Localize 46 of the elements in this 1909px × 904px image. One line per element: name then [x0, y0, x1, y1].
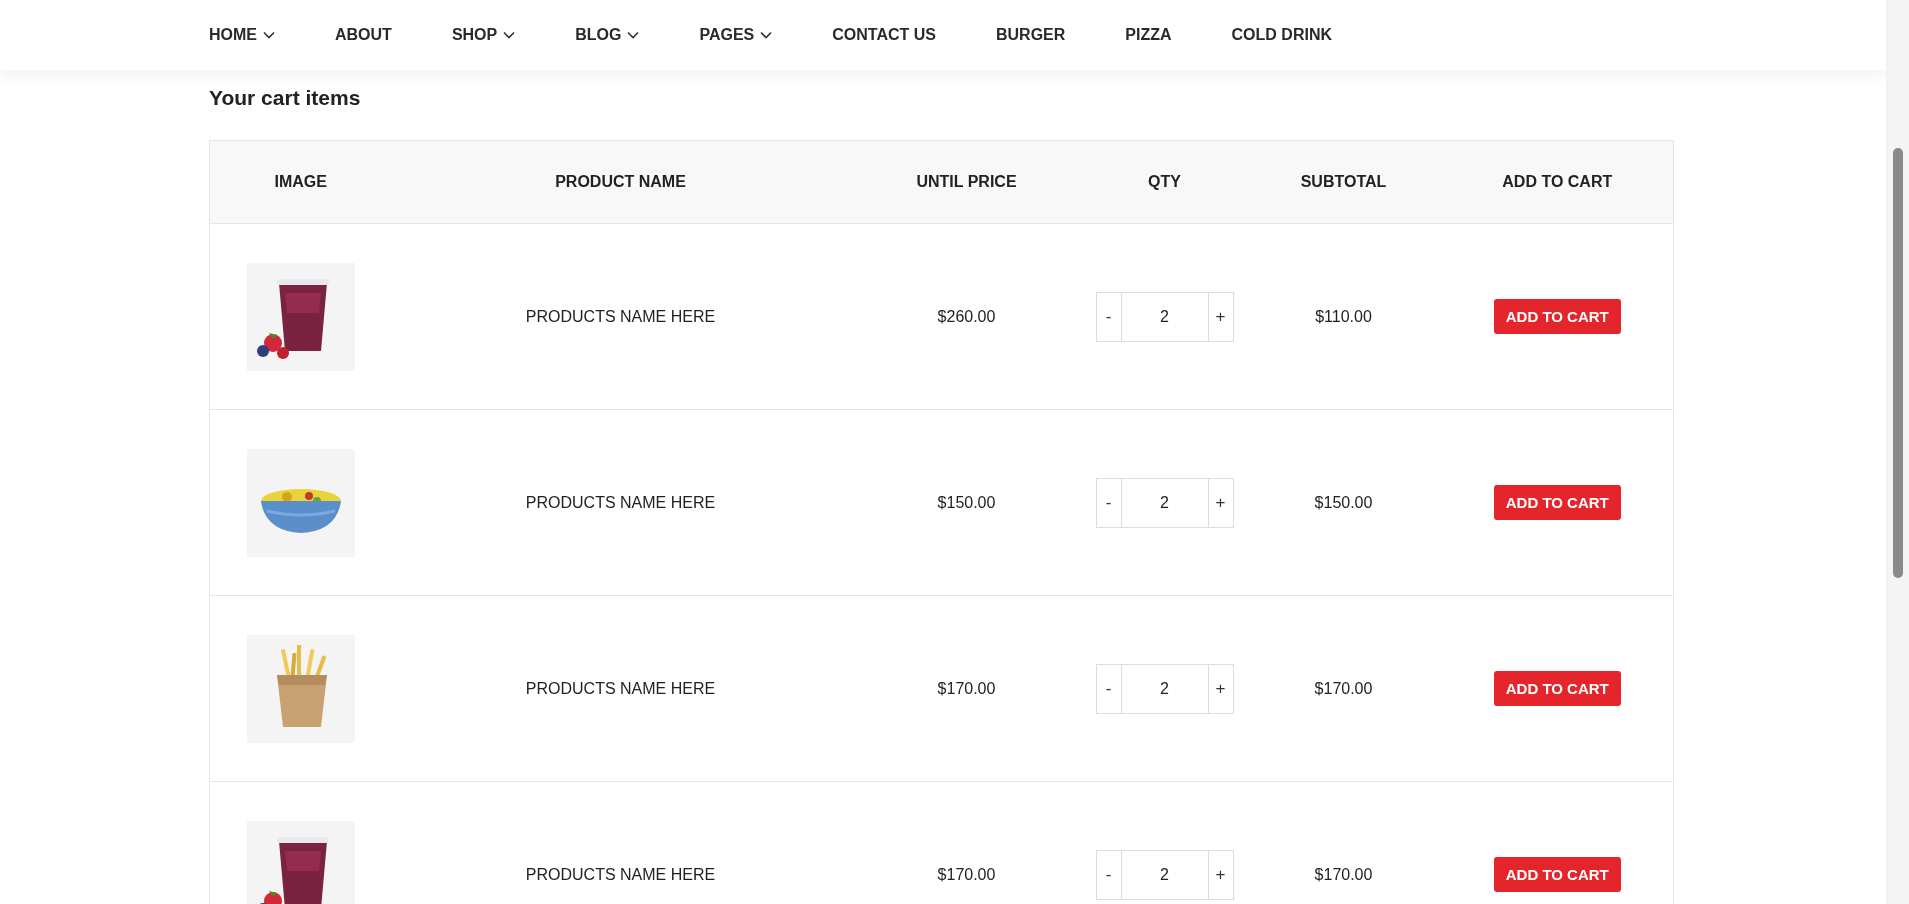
nav-link[interactable]: BURGER: [996, 22, 1066, 48]
subtotal: $170.00: [1314, 679, 1373, 698]
add-to-cart-button[interactable]: ADD TO CART: [1493, 485, 1621, 520]
scrollbar[interactable]: [1886, 0, 1909, 904]
quantity-field[interactable]: 2: [1120, 292, 1209, 341]
nav-link[interactable]: COLD DRINK: [1231, 22, 1332, 48]
page-title: Your cart items: [209, 86, 362, 110]
add-to-cart-button[interactable]: ADD TO CART: [1493, 671, 1621, 706]
nav-link[interactable]: PAGES: [699, 22, 773, 48]
nav-link[interactable]: ABOUT: [335, 22, 392, 48]
product-name: PRODUCTS NAME HERE: [525, 493, 716, 512]
quantity-field[interactable]: 2: [1120, 850, 1209, 899]
chevron-down-icon: [760, 31, 773, 39]
nav-link[interactable]: BLOG: [575, 22, 640, 48]
column-header: ADD TO CART: [1502, 173, 1613, 191]
quantity-stepper[interactable]: - 2 +: [1095, 477, 1234, 528]
column-header: PRODUCT NAME: [555, 173, 686, 191]
quantity-field[interactable]: 2: [1120, 478, 1209, 527]
chevron-down-icon: [263, 31, 275, 39]
scrollbar-thumb[interactable]: [1893, 148, 1903, 578]
add-to-cart-button[interactable]: ADD TO CART: [1493, 299, 1621, 334]
quantity-stepper[interactable]: - 2 +: [1095, 291, 1234, 342]
subtotal: $170.00: [1314, 865, 1373, 884]
nav-link[interactable]: SHOP: [451, 22, 516, 48]
quantity-stepper[interactable]: - 2 +: [1095, 849, 1234, 900]
unit-price: $170.00: [937, 865, 996, 884]
unit-price: $260.00: [937, 307, 996, 326]
column-header: IMAGE: [274, 173, 327, 191]
product-name: PRODUCTS NAME HERE: [525, 307, 716, 326]
nav-link[interactable]: CONTACT US: [832, 22, 936, 48]
chevron-down-icon: [627, 31, 640, 39]
product-name: PRODUCTS NAME HERE: [525, 679, 716, 698]
column-header: QTY: [1148, 173, 1181, 191]
nav-link[interactable]: HOME: [209, 22, 275, 48]
product-name: PRODUCTS NAME HERE: [525, 865, 716, 884]
unit-price: $150.00: [937, 493, 996, 512]
quantity-stepper[interactable]: - 2 +: [1095, 663, 1234, 714]
quantity-field[interactable]: 2: [1120, 664, 1209, 713]
subtotal: $150.00: [1314, 493, 1373, 512]
unit-price: $170.00: [937, 679, 996, 698]
column-header: UNTIL PRICE: [916, 173, 1017, 191]
subtotal: $110.00: [1315, 307, 1372, 326]
chevron-down-icon: [503, 31, 516, 39]
add-to-cart-button[interactable]: ADD TO CART: [1493, 857, 1621, 892]
nav-link[interactable]: PIZZA: [1125, 22, 1172, 48]
column-header: SUBTOTAL: [1300, 173, 1387, 191]
